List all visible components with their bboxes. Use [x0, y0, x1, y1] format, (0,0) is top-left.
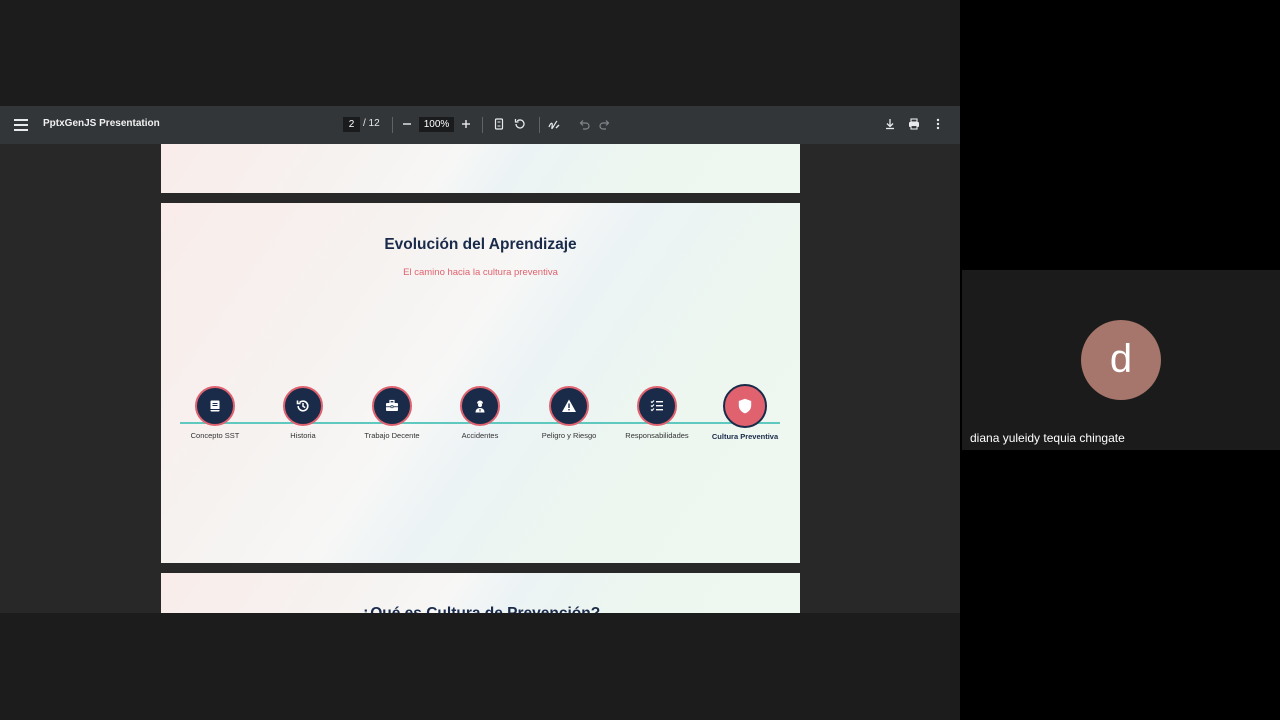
history-icon — [283, 386, 323, 426]
print-icon[interactable] — [906, 116, 922, 132]
timeline-step-label: Concepto SST — [190, 431, 240, 440]
timeline-step-label: Peligro y Riesgo — [541, 431, 597, 440]
zoom-in-icon[interactable] — [458, 116, 474, 132]
next-slide-title: ¿Qué es Cultura de Prevención? — [161, 605, 800, 613]
briefcase-icon — [372, 386, 412, 426]
checklist-icon — [637, 386, 677, 426]
bottom-margin — [0, 613, 960, 720]
timeline-step-label: Trabajo Decente — [364, 431, 420, 440]
slide-subtitle: El camino hacia la cultura preventiva — [403, 267, 558, 278]
timeline-step-label: Historia — [290, 431, 316, 440]
participant-name: diana yuleidy tequia chingate — [970, 431, 1125, 445]
toolbar-divider — [539, 117, 540, 133]
annotate-icon[interactable] — [546, 116, 562, 132]
page-number-input[interactable]: 2 — [343, 117, 360, 132]
timeline-step: Concepto SST — [171, 386, 259, 440]
more-icon[interactable] — [930, 116, 946, 132]
document-title: PptxGenJS Presentation — [43, 118, 160, 129]
rotate-icon[interactable] — [512, 116, 528, 132]
avatar: d — [1081, 320, 1161, 400]
page-total: / 12 — [363, 118, 380, 129]
pdf-page-previous — [161, 144, 800, 193]
pdf-viewer: PptxGenJS Presentation 2 / 12 100% Evolu… — [0, 106, 960, 613]
book-icon — [195, 386, 235, 426]
zoom-input[interactable]: 100% — [419, 117, 454, 132]
top-margin — [0, 0, 960, 106]
menu-icon[interactable] — [13, 117, 29, 133]
timeline-step-active: Cultura Preventiva — [701, 384, 789, 441]
pdf-page-current: Evolución del Aprendizaje El camino haci… — [161, 203, 800, 563]
timeline-step: Historia — [259, 386, 347, 440]
timeline-step: Responsabilidades — [613, 386, 701, 440]
pdf-toolbar: PptxGenJS Presentation 2 / 12 100% — [0, 106, 960, 144]
pdf-page-next: ¿Qué es Cultura de Prevención? — [161, 573, 800, 613]
undo-icon[interactable] — [576, 116, 592, 132]
shield-icon — [723, 384, 767, 428]
participants-panel: d diana yuleidy tequia chingate — [960, 0, 1280, 720]
zoom-out-icon[interactable] — [399, 116, 415, 132]
toolbar-divider — [482, 117, 483, 133]
screen-share-area: PptxGenJS Presentation 2 / 12 100% Evolu… — [0, 0, 960, 720]
warning-icon — [549, 386, 589, 426]
participant-tile[interactable]: d diana yuleidy tequia chingate — [962, 270, 1280, 450]
timeline-step: Trabajo Decente — [348, 386, 436, 440]
redo-icon[interactable] — [597, 116, 613, 132]
timeline-step-label: Accidentes — [461, 431, 499, 440]
timeline-step-label: Responsabilidades — [625, 431, 689, 440]
injured-worker-icon — [460, 386, 500, 426]
slide-title: Evolución del Aprendizaje — [384, 236, 577, 253]
fit-page-icon[interactable] — [491, 116, 507, 132]
download-icon[interactable] — [882, 116, 898, 132]
timeline-step: Peligro y Riesgo — [525, 386, 613, 440]
timeline-step-label: Cultura Preventiva — [711, 432, 779, 441]
timeline-step: Accidentes — [436, 386, 524, 440]
toolbar-divider — [392, 117, 393, 133]
